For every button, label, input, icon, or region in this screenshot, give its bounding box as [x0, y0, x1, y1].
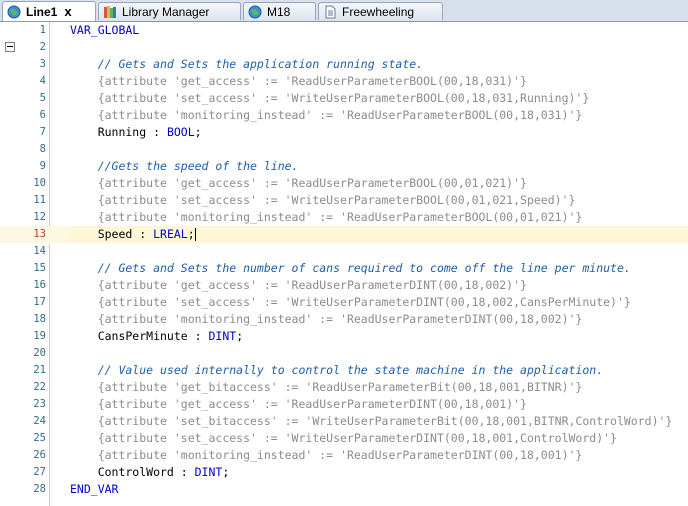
code-text[interactable]: // Value used internally to control the … [70, 362, 688, 379]
type-keyword: DINT [208, 329, 237, 343]
code-line[interactable]: 25 {attribute 'set_access' := 'WriteUser… [0, 430, 688, 447]
library-icon [104, 5, 116, 18]
code-text[interactable]: CansPerMinute : DINT; [70, 328, 688, 345]
code-line[interactable]: 11 {attribute 'set_access' := 'WriteUser… [0, 192, 688, 209]
code-line[interactable]: 2 [0, 39, 688, 56]
code-line[interactable]: 23 {attribute 'get_access' := 'ReadUserP… [0, 396, 688, 413]
line-number: 1 [39, 24, 46, 36]
code-text[interactable]: Speed : LREAL; [70, 226, 688, 243]
code-line[interactable]: 8 [0, 141, 688, 158]
code-text[interactable]: ControlWord : DINT; [70, 464, 688, 481]
line-number: 27 [33, 466, 46, 478]
code-line[interactable]: 17 {attribute 'set_access' := 'WriteUser… [0, 294, 688, 311]
line-number: 16 [33, 279, 46, 291]
code-line[interactable]: 16 {attribute 'get_access' := 'ReadUserP… [0, 277, 688, 294]
code-text[interactable]: // Gets and Sets the application running… [70, 56, 688, 73]
line-number: 6 [39, 109, 46, 121]
text-caret [194, 228, 196, 241]
line-number: 15 [33, 262, 46, 274]
code-line[interactable]: 28 END_VAR [0, 481, 688, 498]
line-number: 24 [33, 415, 46, 427]
tab-label: Line1 [26, 4, 58, 19]
code-line[interactable]: 12 {attribute 'monitoring_instead' := 'R… [0, 209, 688, 226]
code-line[interactable]: 6 {attribute 'monitoring_instead' := 'Re… [0, 107, 688, 124]
code-text[interactable]: {attribute 'monitoring_instead' := 'Read… [70, 209, 688, 226]
tab-freewheeling[interactable]: Freewheeling [318, 2, 443, 20]
line-number: 23 [33, 398, 46, 410]
code-text[interactable]: //Gets the speed of the line. [70, 158, 688, 175]
line-number: 5 [39, 92, 46, 104]
line-number: 12 [33, 211, 46, 223]
line-number: 7 [39, 126, 46, 138]
code-text[interactable]: {attribute 'get_access' := 'ReadUserPara… [70, 175, 688, 192]
code-line[interactable]: 3 // Gets and Sets the application runni… [0, 56, 688, 73]
code-text[interactable]: // Gets and Sets the number of cans requ… [70, 260, 688, 277]
line-number: 17 [33, 296, 46, 308]
line-number: 9 [39, 160, 46, 172]
tab-label: M18 [267, 4, 291, 19]
line-number: 2 [39, 41, 46, 53]
code-text[interactable]: {attribute 'monitoring_instead' := 'Read… [70, 447, 688, 464]
close-icon[interactable]: x [64, 5, 71, 18]
code-text[interactable]: VAR_GLOBAL [70, 22, 688, 39]
code-line[interactable]: 21 // Value used internally to control t… [0, 362, 688, 379]
document-icon [325, 5, 336, 18]
type-keyword: DINT [194, 465, 223, 479]
line-number: 13 [33, 228, 46, 240]
globe-icon [7, 5, 21, 18]
code-text[interactable]: {attribute 'set_access' := 'WriteUserPar… [70, 90, 688, 107]
code-line[interactable]: 9 //Gets the speed of the line. [0, 158, 688, 175]
line-number: 28 [33, 483, 46, 495]
code-text[interactable]: {attribute 'get_access' := 'ReadUserPara… [70, 396, 688, 413]
line-number: 10 [33, 177, 46, 189]
code-line[interactable]: 1 VAR_GLOBAL [0, 22, 688, 39]
code-line[interactable]: 27 ControlWord : DINT; [0, 464, 688, 481]
tab-label: Library Manager [122, 4, 210, 19]
code-line[interactable]: 5 {attribute 'set_access' := 'WriteUserP… [0, 90, 688, 107]
code-line[interactable]: 24 {attribute 'set_bitaccess' := 'WriteU… [0, 413, 688, 430]
line-number: 3 [39, 58, 46, 70]
type-keyword: BOOL [166, 125, 195, 139]
code-line[interactable]: 7 Running : BOOL; [0, 124, 688, 141]
code-text[interactable]: {attribute 'set_access' := 'WriteUserPar… [70, 192, 688, 209]
code-text[interactable]: END_VAR [70, 481, 688, 498]
code-line[interactable]: 15 // Gets and Sets the number of cans r… [0, 260, 688, 277]
type-keyword: LREAL [153, 227, 188, 241]
tab-label: Freewheeling [342, 4, 415, 19]
code-line[interactable]: 13 Speed : LREAL; [0, 226, 688, 243]
code-text[interactable]: {attribute 'set_access' := 'WriteUserPar… [70, 294, 688, 311]
code-line[interactable]: 19 CansPerMinute : DINT; [0, 328, 688, 345]
code-line[interactable]: 18 {attribute 'monitoring_instead' := 'R… [0, 311, 688, 328]
code-text[interactable]: {attribute 'set_bitaccess' := 'WriteUser… [70, 413, 688, 430]
code-line[interactable]: 10 {attribute 'get_access' := 'ReadUserP… [0, 175, 688, 192]
code-text[interactable]: Running : BOOL; [70, 124, 688, 141]
line-number: 20 [33, 347, 46, 359]
line-number: 4 [39, 75, 46, 87]
tab-line1[interactable]: Line1 x [2, 1, 96, 21]
tab-library-manager[interactable]: Library Manager [98, 2, 241, 20]
code-text[interactable]: {attribute 'get_access' := 'ReadUserPara… [70, 277, 688, 294]
line-number: 18 [33, 313, 46, 325]
line-number: 14 [33, 245, 46, 257]
code-text[interactable]: {attribute 'get_bitaccess' := 'ReadUserP… [70, 379, 688, 396]
code-line[interactable]: 14 [0, 243, 688, 260]
editor-tab-bar: Line1 x Library Manager M18 Freewheeling [0, 0, 688, 22]
line-number: 8 [39, 143, 46, 155]
code-text[interactable]: {attribute 'monitoring_instead' := 'Read… [70, 311, 688, 328]
line-number: 11 [33, 194, 46, 206]
tab-m18[interactable]: M18 [243, 2, 316, 20]
code-text[interactable]: {attribute 'set_access' := 'WriteUserPar… [70, 430, 688, 447]
globe-icon [248, 5, 262, 18]
code-text[interactable]: {attribute 'get_access' := 'ReadUserPara… [70, 73, 688, 90]
code-line[interactable]: 22 {attribute 'get_bitaccess' := 'ReadUs… [0, 379, 688, 396]
line-number: 26 [33, 449, 46, 461]
code-line[interactable]: 20 [0, 345, 688, 362]
line-number: 25 [33, 432, 46, 444]
code-text[interactable]: {attribute 'monitoring_instead' := 'Read… [70, 107, 688, 124]
line-number: 19 [33, 330, 46, 342]
line-number: 22 [33, 381, 46, 393]
line-number: 21 [33, 364, 46, 376]
code-line[interactable]: 4 {attribute 'get_access' := 'ReadUserPa… [0, 73, 688, 90]
code-line[interactable]: 26 {attribute 'monitoring_instead' := 'R… [0, 447, 688, 464]
